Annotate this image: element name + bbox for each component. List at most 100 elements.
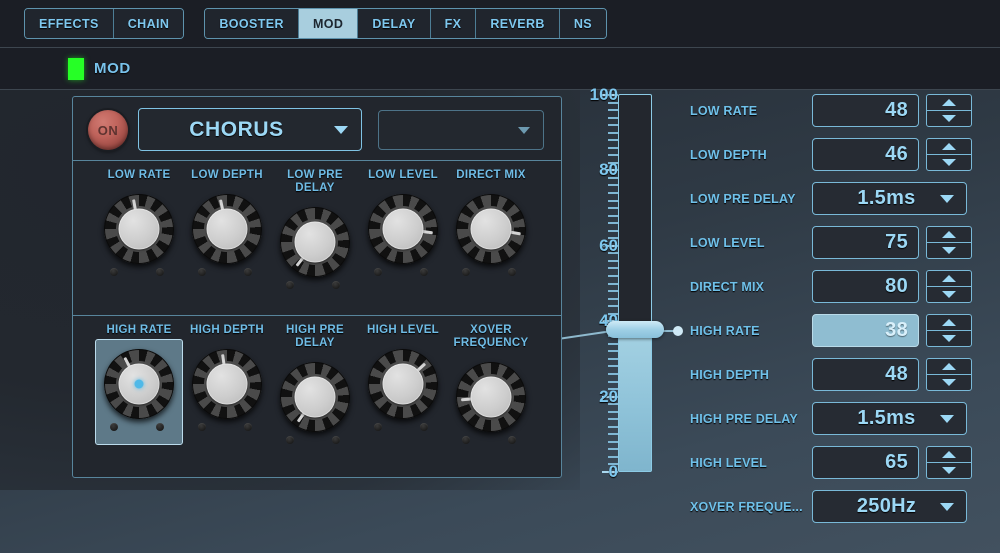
param-number-field[interactable]: 75	[812, 226, 919, 259]
knob-selected-dot	[134, 379, 144, 389]
knob-screw-icon	[374, 423, 382, 431]
stepper-decrement-button[interactable]	[927, 375, 971, 390]
knob-body[interactable]	[445, 356, 537, 444]
tab-fx[interactable]: FX	[430, 9, 477, 38]
param-number-field[interactable]: 48	[812, 94, 919, 127]
stepper-increment-button[interactable]	[927, 139, 971, 155]
knob-dial[interactable]	[368, 194, 438, 264]
stepper-decrement-button[interactable]	[927, 111, 971, 126]
param-value: 1.5ms	[857, 187, 916, 209]
effect-preset-dropdown[interactable]	[378, 110, 544, 150]
stepper-increment-button[interactable]	[927, 447, 971, 463]
knob-screw-icon	[374, 268, 382, 276]
knob-label: HIGH LEVEL	[366, 324, 439, 336]
knob-body[interactable]	[357, 188, 449, 276]
triangle-up-icon	[942, 275, 956, 282]
param-number-field[interactable]: 65	[812, 446, 919, 479]
slider-tick-label: 60	[599, 235, 618, 255]
knob-dial[interactable]	[456, 362, 526, 432]
knob-xover-frequency[interactable]: XOVER FREQUENCY	[445, 324, 537, 444]
param-label: LOW RATE	[690, 103, 758, 118]
knob-high-rate[interactable]: HIGH RATE	[93, 324, 185, 445]
param-stepper[interactable]	[926, 270, 972, 303]
knob-body[interactable]	[357, 343, 449, 431]
knob-high-pre-delay[interactable]: HIGH PRE DELAY	[269, 324, 361, 444]
slider-tick-minor	[608, 440, 618, 443]
param-stepper[interactable]	[926, 314, 972, 347]
knob-face	[382, 208, 424, 250]
effect-panel: ON CHORUS LOW RATE LOW DEPTH LOW PRE DELAY…	[72, 96, 562, 478]
stepper-increment-button[interactable]	[927, 271, 971, 287]
param-stepper[interactable]	[926, 138, 972, 171]
knob-dial[interactable]	[104, 194, 174, 264]
knob-body[interactable]	[269, 201, 361, 289]
stepper-decrement-button[interactable]	[927, 243, 971, 258]
param-number-field[interactable]: 38	[812, 314, 919, 347]
slider-tick-minor	[608, 229, 618, 232]
stepper-increment-button[interactable]	[927, 359, 971, 375]
stepper-decrement-button[interactable]	[927, 331, 971, 346]
knob-label: LOW DEPTH	[191, 169, 263, 181]
knob-dial[interactable]	[280, 362, 350, 432]
knob-body[interactable]	[181, 188, 273, 276]
slider-tick-minor	[608, 290, 618, 293]
knob-body[interactable]	[93, 188, 185, 276]
knob-dial[interactable]	[456, 194, 526, 264]
effect-type-dropdown[interactable]: CHORUS	[138, 108, 362, 151]
slider-thumb[interactable]	[606, 320, 664, 338]
stepper-decrement-button[interactable]	[927, 463, 971, 478]
slider-tick-minor	[608, 274, 618, 277]
stepper-decrement-button[interactable]	[927, 287, 971, 302]
param-stepper[interactable]	[926, 94, 972, 127]
param-row-high-pre-delay: HIGH PRE DELAY 1.5ms	[690, 402, 990, 435]
stepper-decrement-button[interactable]	[927, 155, 971, 170]
param-stepper[interactable]	[926, 226, 972, 259]
knob-body[interactable]	[445, 188, 537, 276]
param-dropdown[interactable]: 250Hz	[812, 490, 967, 523]
knob-direct-mix[interactable]: DIRECT MIX	[445, 169, 537, 276]
tab-booster[interactable]: BOOSTER	[205, 9, 299, 38]
tab-effects[interactable]: EFFECTS	[25, 9, 114, 38]
effect-power-button[interactable]: ON	[88, 110, 128, 150]
param-stepper[interactable]	[926, 446, 972, 479]
param-number-field[interactable]: 80	[812, 270, 919, 303]
slider-tick-minor	[608, 222, 618, 225]
knob-dial[interactable]	[104, 349, 174, 419]
stepper-increment-button[interactable]	[927, 227, 971, 243]
knob-body[interactable]	[93, 339, 185, 445]
knob-low-level[interactable]: LOW LEVEL	[357, 169, 449, 276]
knob-body[interactable]	[181, 343, 273, 431]
knob-body[interactable]	[269, 356, 361, 444]
knob-dial[interactable]	[368, 349, 438, 419]
param-label: XOVER FREQUE...	[690, 499, 803, 514]
slider-track[interactable]	[618, 94, 652, 472]
tab-mod[interactable]: MOD	[298, 9, 359, 38]
tab-ns[interactable]: NS	[559, 9, 607, 38]
knob-low-pre-delay[interactable]: LOW PRE DELAY	[269, 169, 361, 289]
tab-delay[interactable]: DELAY	[358, 9, 431, 38]
param-dropdown[interactable]: 1.5ms	[812, 402, 967, 435]
plugin-window: EFFECTS CHAIN BOOSTER MOD DELAY FX REVERB NS M…	[0, 0, 1000, 553]
knob-label: HIGH RATE	[106, 324, 172, 336]
knob-low-depth[interactable]: LOW DEPTH	[181, 169, 273, 276]
param-number-field[interactable]: 46	[812, 138, 919, 171]
param-row-high-depth: HIGH DEPTH 48	[690, 358, 990, 391]
stepper-increment-button[interactable]	[927, 315, 971, 331]
knob-high-depth[interactable]: HIGH DEPTH	[181, 324, 273, 431]
value-slider[interactable]: 100 80 60 40 20 0	[586, 85, 676, 488]
param-stepper[interactable]	[926, 358, 972, 391]
knob-row-high: HIGH RATE HIGH DEPTH HIGH PRE DELAY HIGH LE…	[73, 316, 561, 478]
knob-dial[interactable]	[192, 194, 262, 264]
param-number-field[interactable]: 48	[812, 358, 919, 391]
tab-reverb[interactable]: REVERB	[476, 9, 560, 38]
slider-tick-minor	[608, 259, 618, 262]
knob-high-level[interactable]: HIGH LEVEL	[357, 324, 449, 431]
knob-dial[interactable]	[280, 207, 350, 277]
section-title: MOD	[94, 60, 131, 77]
knob-screw-icon	[462, 436, 470, 444]
param-dropdown[interactable]: 1.5ms	[812, 182, 967, 215]
knob-low-rate[interactable]: LOW RATE	[93, 169, 185, 276]
tab-chain[interactable]: CHAIN	[113, 9, 184, 38]
stepper-increment-button[interactable]	[927, 95, 971, 111]
knob-dial[interactable]	[192, 349, 262, 419]
